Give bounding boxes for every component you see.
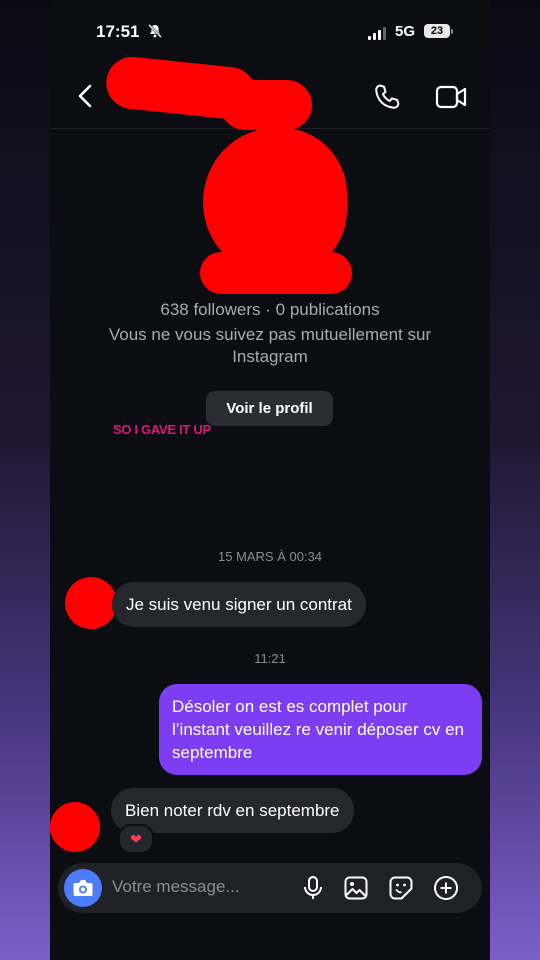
heart-reaction-icon[interactable]: ❤ — [118, 824, 154, 854]
redacted-username-2 — [220, 80, 312, 130]
sender-avatar — [65, 577, 117, 629]
received-message-bubble[interactable]: Je suis venu signer un contrat — [112, 582, 366, 627]
sent-message-bubble[interactable]: Désoler on est es complet pour l’instant… — [159, 684, 482, 775]
camera-button[interactable] — [64, 869, 102, 907]
battery-icon: 23 — [424, 24, 450, 38]
message-input[interactable]: Votre message... — [112, 877, 240, 897]
status-bar: 17:51 5G 23 — [50, 22, 490, 46]
add-plus-icon[interactable] — [433, 875, 459, 901]
silent-bell-icon — [147, 23, 163, 42]
phone-call-icon[interactable] — [372, 82, 402, 112]
gallery-icon[interactable] — [343, 875, 369, 901]
microphone-icon[interactable] — [300, 875, 326, 901]
video-call-icon[interactable] — [434, 82, 468, 112]
redacted-profile-picture-base — [200, 252, 352, 294]
video-caption-overlay: SO I GAVE IT UP — [113, 422, 211, 437]
sender-avatar — [50, 802, 100, 852]
network-type: 5G — [395, 23, 416, 40]
followers-count: 638 followers · 0 publications — [160, 300, 380, 319]
message-timestamp: 11:21 — [254, 651, 286, 666]
back-arrow-icon[interactable] — [70, 80, 102, 112]
message-timestamp: 15 MARS À 00:34 — [217, 549, 323, 564]
battery-tip — [451, 29, 453, 34]
message-composer: Votre message... — [58, 863, 482, 913]
status-time: 17:51 — [96, 22, 140, 41]
signal-icon — [368, 26, 388, 40]
sticker-icon[interactable] — [388, 875, 414, 901]
view-profile-button[interactable]: Voir le profil — [206, 391, 333, 426]
phone-screen: 17:51 5G 23 638 followers · 0 publicatio… — [50, 0, 490, 960]
mutual-follow-notice: Vous ne vous suivez pas mutuellement sur… — [108, 325, 432, 366]
